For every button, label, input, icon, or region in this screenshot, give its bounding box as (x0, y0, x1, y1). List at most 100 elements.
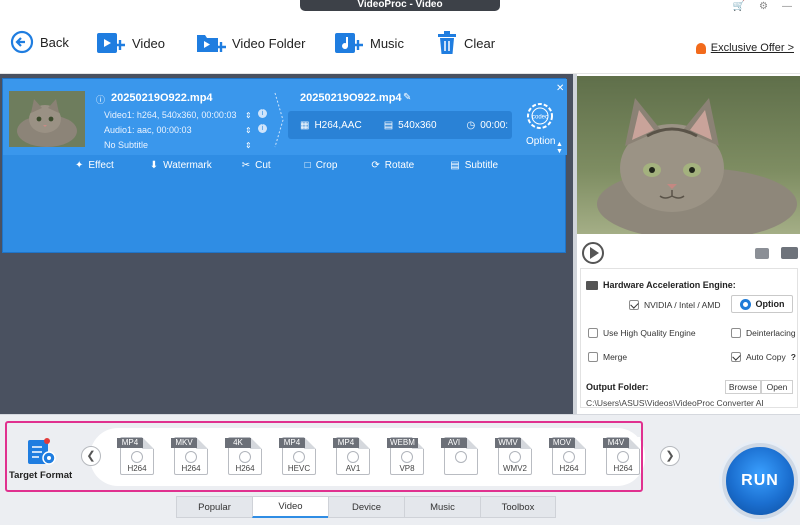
deinterlacing-label: Deinterlacing (746, 328, 796, 338)
scroll-arrows-icon[interactable]: ▲ ▼ (556, 141, 563, 155)
scissors-icon: ✂ (241, 159, 251, 171)
video-folder-label: Video Folder (232, 35, 306, 51)
codec-badge-text: codec (532, 115, 548, 121)
merge-checkbox[interactable] (588, 352, 598, 362)
codec-gear-icon[interactable]: codec (525, 101, 555, 131)
hw-option-label: Option (755, 299, 785, 309)
browse-button[interactable]: Browse (725, 380, 761, 394)
camera-snapshot-icon[interactable] (755, 248, 769, 259)
subtitle-dropdown-icon[interactable]: ⇕ (245, 141, 252, 150)
tab-popular[interactable]: Popular (176, 496, 252, 518)
add-video-button[interactable]: Video (96, 30, 165, 56)
video-track-info[interactable]: Video1: h264, 540x360, 00:00:03 (104, 110, 236, 120)
subtitle-button[interactable]: ▤ Subtitle (450, 160, 498, 171)
deinterlacing-row[interactable]: Deinterlacing (731, 328, 796, 338)
add-video-folder-button[interactable]: Video Folder (196, 30, 305, 56)
help-icon[interactable]: ? (791, 352, 796, 362)
nvidia-checkbox[interactable] (629, 300, 639, 310)
video-track-dropdown-icon[interactable]: ⇕ (245, 111, 252, 120)
output-resolution: ▤ 540x360 (384, 120, 437, 131)
film-icon: ▦ (300, 119, 310, 131)
chevron-right-nav-icon[interactable]: ❯ (660, 446, 680, 466)
subtitle-label: Subtitle (464, 159, 499, 171)
merge-row[interactable]: Merge (588, 352, 627, 362)
offer-label: Exclusive Offer > (710, 42, 794, 54)
titlebar-icons: 🛒 ⚙ — (733, 0, 792, 12)
high-quality-row[interactable]: Use High Quality Engine (588, 328, 696, 338)
add-music-button[interactable]: Music (334, 30, 404, 56)
file-card[interactable]: ⓘ 20250219O922.mp4 Video1: h264, 540x360… (2, 78, 567, 253)
output-resolution-text: 540x360 (398, 119, 437, 131)
deinterlacing-checkbox[interactable] (731, 328, 741, 338)
play-icon[interactable] (582, 242, 604, 264)
video-folder-icon (197, 35, 226, 52)
crop-button[interactable]: □ Crop (305, 160, 338, 171)
main-toolbar: Back Video Video Folder Music Clear Excl… (0, 12, 800, 74)
high-quality-checkbox[interactable] (588, 328, 598, 338)
back-button[interactable]: Back (10, 30, 69, 54)
file-list-panel: ⓘ 20250219O922.mp4 Video1: h264, 540x360… (0, 74, 573, 414)
auto-copy-row[interactable]: Auto Copy ? (731, 352, 796, 362)
output-file-name[interactable]: 20250219O922.mp4 (300, 92, 402, 104)
cat-preview-image (577, 76, 800, 234)
output-duration: ◷ 00:00: (467, 120, 509, 131)
close-icon[interactable]: ✕ (556, 83, 564, 94)
video-add-icon (97, 33, 125, 53)
minimize-icon[interactable]: — (782, 1, 792, 12)
audio-info-icon[interactable]: i (258, 124, 267, 133)
watermark-button[interactable]: ⬇ Watermark (150, 160, 212, 171)
chevron-right-icon (274, 92, 284, 148)
tab-device[interactable]: Device (328, 496, 404, 518)
settings-gear-icon[interactable]: ⚙ (759, 1, 768, 12)
clock-icon: ◷ (466, 119, 476, 131)
video-preview[interactable] (577, 76, 800, 234)
auto-copy-checkbox[interactable] (731, 352, 741, 362)
rotate-icon: ⟳ (371, 159, 380, 171)
merge-label: Merge (603, 352, 628, 362)
tab-video[interactable]: Video (252, 496, 328, 518)
folder-icon[interactable] (781, 247, 798, 259)
audio-track-dropdown-icon[interactable]: ⇕ (245, 126, 252, 135)
clear-label: Clear (464, 35, 496, 51)
crop-label: Crop (315, 159, 338, 171)
watermark-icon: ⬇ (149, 159, 159, 171)
effect-label: Effect (88, 159, 114, 171)
hw-option-button[interactable]: Option (731, 295, 793, 313)
window-title: VideoProc - Video (300, 0, 500, 11)
cart-icon[interactable]: 🛒 (733, 1, 745, 12)
open-button[interactable]: Open (761, 380, 793, 394)
rotate-button[interactable]: ⟳ Rotate (371, 160, 414, 171)
music-add-icon (335, 33, 363, 53)
highlight-frame (5, 421, 643, 492)
format-category-tabs: Popular Video Device Music Toolbox (176, 496, 556, 518)
music-label: Music (370, 35, 404, 51)
output-folder-label: Output Folder: (586, 382, 649, 392)
hw-acceleration-title: Hardware Acceleration Engine: (603, 280, 736, 290)
subtitle-track-info[interactable]: No Subtitle (104, 140, 148, 150)
video-info-icon[interactable]: i (258, 109, 267, 118)
exclusive-offer-link[interactable]: Exclusive Offer > (695, 42, 794, 54)
audio-track-info[interactable]: Audio1: aac, 00:00:03 (104, 125, 192, 135)
auto-copy-label: Auto Copy (746, 352, 786, 362)
nvidia-label: NVIDIA / Intel / AMD (644, 300, 721, 310)
tab-toolbox[interactable]: Toolbox (480, 496, 556, 518)
cut-button[interactable]: ✂ Cut (242, 160, 271, 171)
crop-icon: □ (304, 159, 311, 171)
cut-label: Cut (255, 159, 271, 171)
clear-button[interactable]: Clear (436, 30, 495, 56)
output-spec-bar: ▦ H264,AAC ▤ 540x360 ◷ 00:00: (288, 111, 512, 139)
pencil-icon[interactable]: ✎ (403, 92, 411, 103)
codec-option-label[interactable]: Option (526, 136, 555, 147)
nvidia-checkbox-row[interactable]: NVIDIA / Intel / AMD (629, 300, 721, 310)
title-bar: VideoProc - Video 🛒 ⚙ — (0, 0, 800, 12)
effect-button[interactable]: ✦ Effect (75, 160, 114, 171)
info-icon[interactable]: ⓘ (96, 93, 105, 106)
resolution-icon: ▤ (383, 119, 394, 131)
video-thumbnail[interactable] (9, 91, 85, 147)
tab-music[interactable]: Music (404, 496, 480, 518)
output-duration-text: 00:00: (480, 119, 509, 131)
run-button[interactable]: RUN (722, 443, 798, 519)
source-file-name: 20250219O922.mp4 (111, 92, 213, 104)
subtitle-icon: ▤ (450, 159, 460, 171)
magic-wand-icon: ✦ (75, 159, 84, 171)
